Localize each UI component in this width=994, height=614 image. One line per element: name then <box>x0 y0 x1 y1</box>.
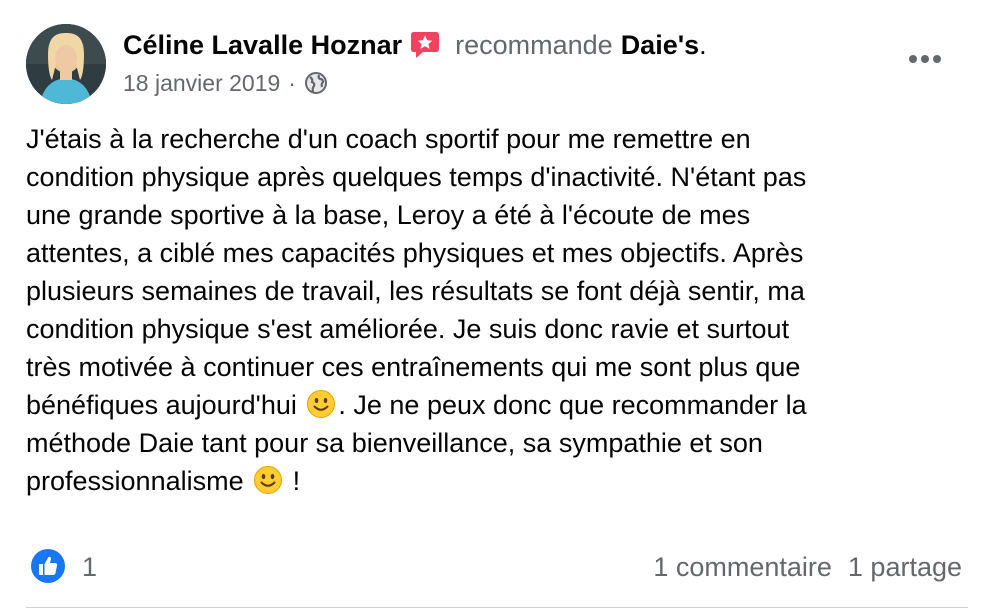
post-date[interactable]: 18 janvier 2019 <box>123 70 280 97</box>
post-body-line: condition physique après quelques temps … <box>26 162 807 192</box>
globe-icon[interactable] <box>304 71 328 95</box>
post-header-line: Céline Lavalle Hoznar recommande Daie's … <box>123 27 707 63</box>
post-body: J'étais à la recherche d'un coach sporti… <box>26 120 966 500</box>
post-body-text: bénéfiques aujourd'hui <box>26 390 297 420</box>
post-body-line: méthode Daie tant pour sa bienveillance,… <box>26 428 763 458</box>
like-thumb-icon[interactable] <box>30 548 66 584</box>
page-name-link[interactable]: Daie's <box>621 30 699 61</box>
post-meta: 18 janvier 2019 · <box>123 68 328 98</box>
post-body-text: professionnalisme <box>26 466 244 496</box>
author-name[interactable]: Céline Lavalle Hoznar <box>123 30 402 61</box>
smiling-face-emoji-icon <box>253 465 283 495</box>
shares-count-link[interactable]: 1 partage <box>848 552 962 582</box>
post-body-line-8: bénéfiques aujourd'hui . Je ne peux donc… <box>26 386 966 424</box>
engagement-stats: 1 commentaire 1 partage <box>653 550 962 584</box>
post-body-line: attentes, a ciblé mes capacités physique… <box>26 238 804 268</box>
footer-divider <box>26 607 968 608</box>
smiling-face-emoji-icon <box>306 389 336 419</box>
more-options-icon <box>909 55 941 63</box>
more-options-button[interactable] <box>900 44 950 74</box>
post-body-text: ! <box>285 466 301 496</box>
meta-separator: · <box>288 69 296 96</box>
recommend-verb: recommande <box>455 29 613 60</box>
post-card: Céline Lavalle Hoznar recommande Daie's … <box>0 0 994 614</box>
recommendation-star-icon <box>409 29 441 61</box>
profile-photo <box>26 24 106 104</box>
post-body-line: plusieurs semaines de travail, les résul… <box>26 276 805 306</box>
post-body-line: J'étais à la recherche d'un coach sporti… <box>26 124 751 154</box>
post-body-line-10: professionnalisme ! <box>26 462 966 500</box>
like-count[interactable]: 1 <box>82 550 97 584</box>
post-body-line: très motivée à continuer ces entraînemen… <box>26 352 801 382</box>
post-body-line: une grande sportive à la base, Leroy a é… <box>26 200 751 230</box>
avatar[interactable] <box>26 24 106 104</box>
comments-count-link[interactable]: 1 commentaire <box>653 552 832 582</box>
post-body-line: condition physique s'est améliorée. Je s… <box>26 314 790 344</box>
post-body-text: . Je ne peux donc que recommander la <box>338 390 807 420</box>
header-period: . <box>699 29 707 60</box>
